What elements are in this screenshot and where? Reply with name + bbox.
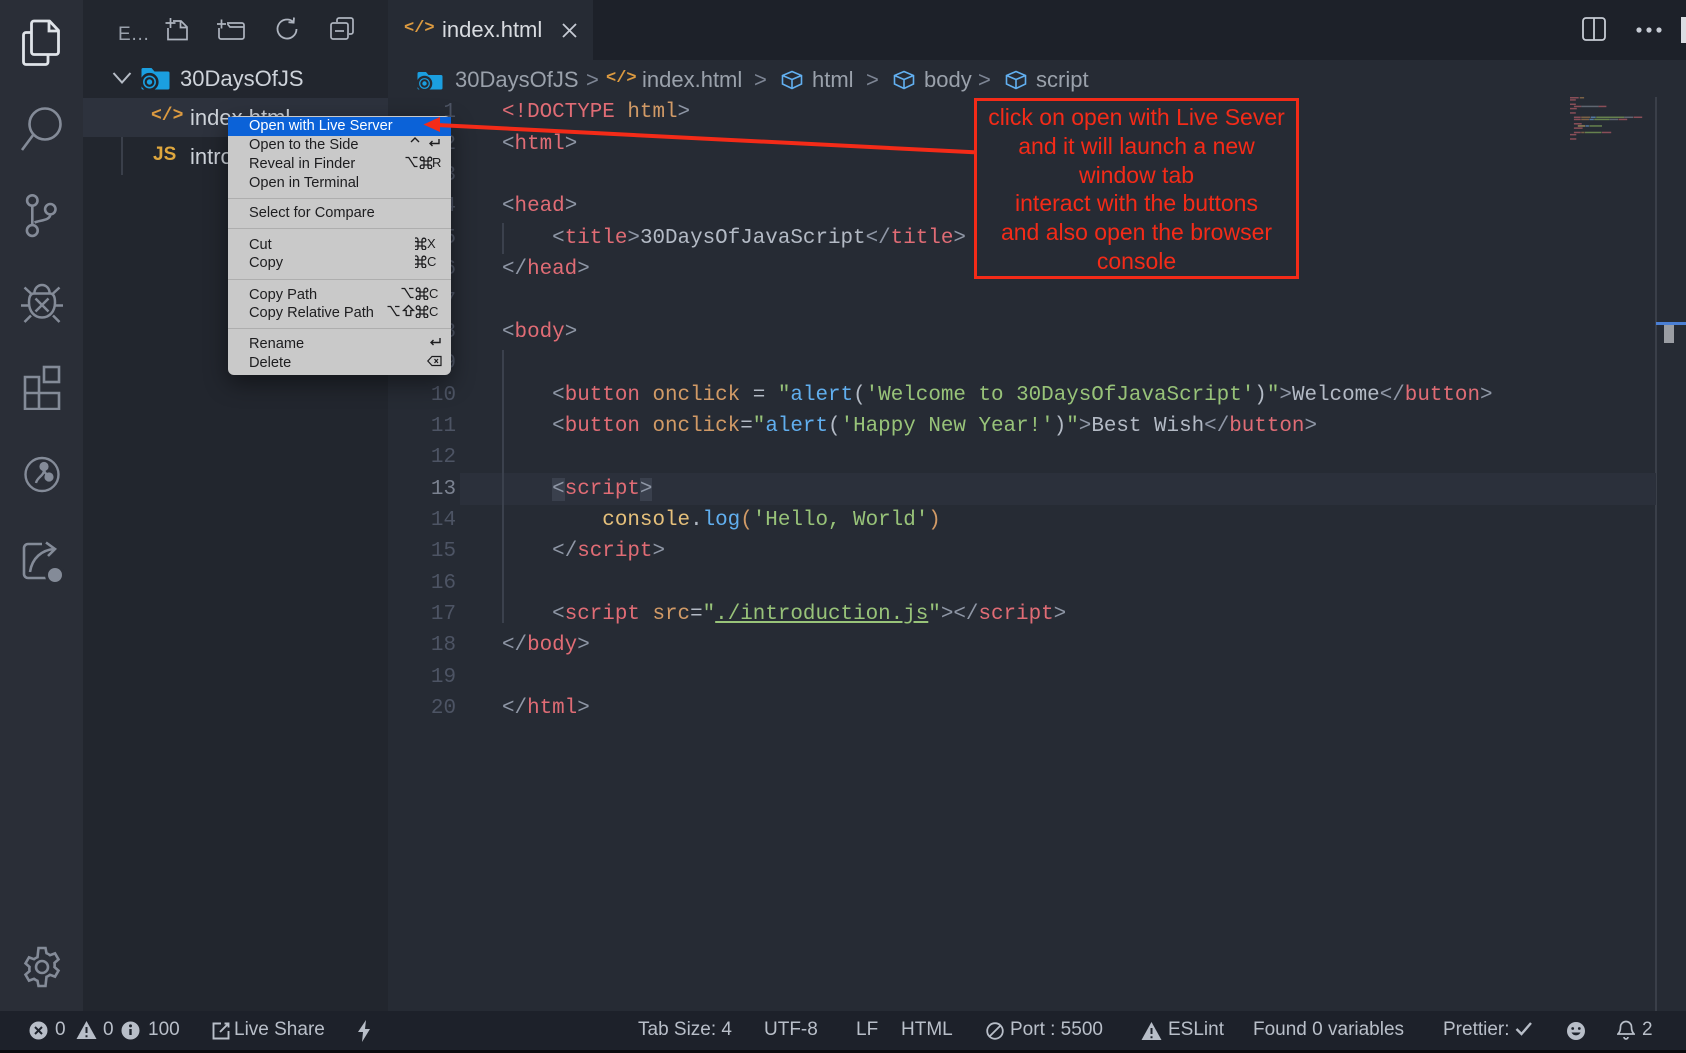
svg-text:C: C	[429, 286, 438, 300]
svg-text:C: C	[427, 254, 436, 268]
svg-text:C: C	[429, 304, 438, 318]
svg-text:R: R	[432, 155, 441, 169]
svg-text:X: X	[427, 236, 436, 250]
